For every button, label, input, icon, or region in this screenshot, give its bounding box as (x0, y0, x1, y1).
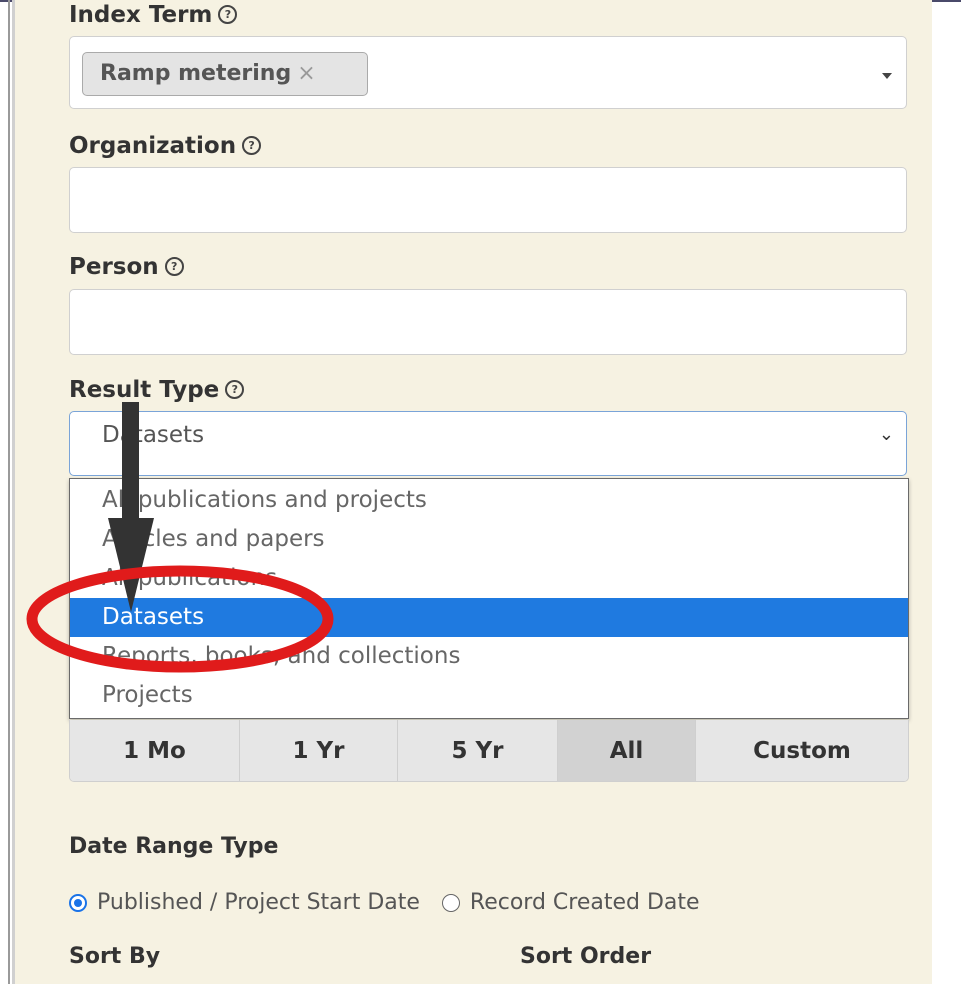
radio-record-created[interactable] (441, 894, 460, 912)
person-input[interactable] (69, 289, 907, 355)
range-1yr-button[interactable]: 1 Yr (240, 720, 398, 781)
range-all-button[interactable]: All (558, 720, 696, 781)
help-icon[interactable]: ? (225, 380, 245, 399)
date-range-type-options: Published / Project Start Date Record Cre… (69, 890, 700, 915)
caret-down-icon[interactable] (882, 73, 892, 79)
person-label: Person? (69, 254, 184, 280)
option-datasets[interactable]: Datasets (70, 598, 908, 637)
range-5yr-button[interactable]: 5 Yr (398, 720, 558, 781)
chevron-down-icon: ⌄ (878, 424, 894, 445)
option-all-publications-and-projects[interactable]: All publications and projects (70, 481, 908, 520)
date-range-type-label: Date Range Type (69, 834, 279, 859)
result-type-label: Result Type? (69, 377, 245, 403)
help-icon[interactable]: ? (218, 5, 238, 24)
option-reports-books-collections[interactable]: Reports, books, and collections (70, 637, 908, 676)
radio-record-created-label: Record Created Date (469, 890, 700, 915)
sort-by-label: Sort By (69, 944, 161, 969)
help-icon[interactable]: ? (242, 136, 262, 155)
result-type-dropdown: All publications and projects Articles a… (69, 478, 909, 719)
index-term-input[interactable]: Ramp metering × (69, 36, 907, 109)
organization-label: Organization? (69, 133, 262, 159)
result-type-select[interactable]: Datasets ⌄ (69, 411, 907, 476)
result-type-selected-value: Datasets (102, 422, 205, 448)
option-articles-and-papers[interactable]: Articles and papers (70, 520, 908, 559)
radio-published-date[interactable] (69, 894, 87, 912)
range-1mo-button[interactable]: 1 Mo (70, 720, 240, 781)
date-range-buttons: 1 Mo 1 Yr 5 Yr All Custom (69, 720, 909, 782)
window-left-border (8, 0, 10, 984)
index-term-label: Index Term? (69, 2, 238, 28)
index-term-tag: Ramp metering × (82, 52, 368, 96)
range-custom-button[interactable]: Custom (696, 720, 908, 781)
help-icon[interactable]: ? (164, 257, 184, 276)
remove-tag-icon[interactable]: × (297, 61, 315, 86)
organization-input[interactable] (69, 167, 907, 233)
option-all-publications[interactable]: All publications (70, 559, 908, 598)
option-projects[interactable]: Projects (70, 676, 908, 715)
sort-order-label: Sort Order (520, 944, 652, 969)
radio-published-label: Published / Project Start Date (97, 890, 420, 915)
